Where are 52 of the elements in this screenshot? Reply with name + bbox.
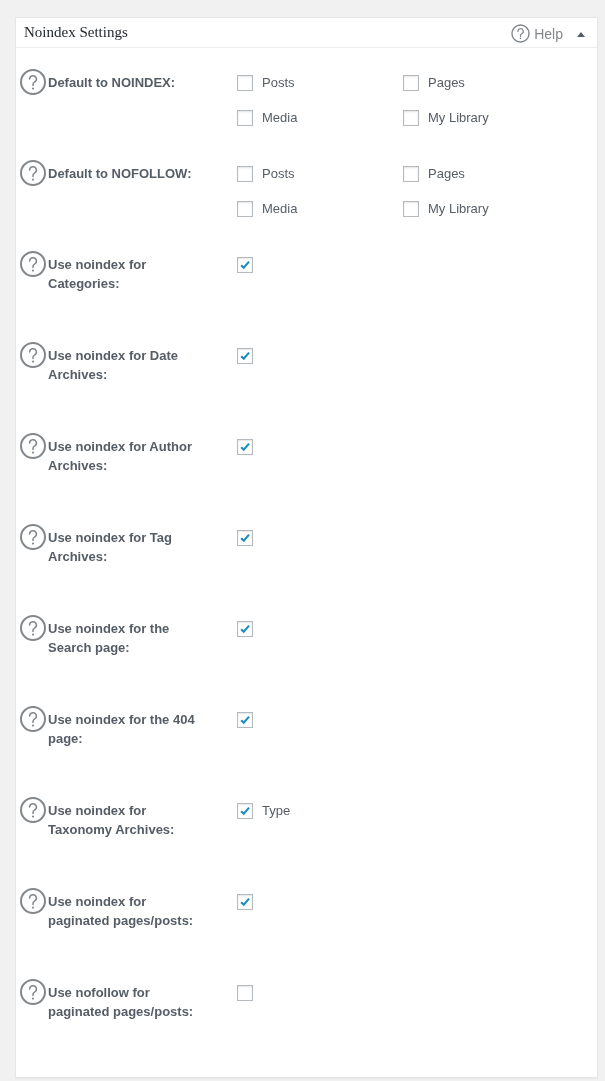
setting-label: Use noindex for the 404 page: bbox=[48, 711, 196, 748]
checkbox[interactable] bbox=[237, 893, 253, 910]
checkbox-label[interactable]: Type bbox=[262, 803, 291, 818]
checkbox[interactable] bbox=[237, 109, 253, 126]
setting-label: Use noindex for paginated pages/posts: bbox=[48, 893, 195, 930]
setting-label: Default to NOFOLLOW: bbox=[48, 165, 193, 183]
help-icon[interactable] bbox=[20, 433, 46, 459]
help-icon[interactable] bbox=[20, 706, 46, 732]
help-icon[interactable] bbox=[20, 524, 46, 550]
checkbox[interactable] bbox=[237, 529, 253, 546]
triangle-up-icon[interactable] bbox=[577, 32, 585, 37]
setting-label: Use nofollow for paginated pages/posts: bbox=[48, 984, 195, 1021]
checkbox[interactable] bbox=[237, 256, 253, 273]
checkbox[interactable] bbox=[403, 200, 419, 217]
checkbox[interactable] bbox=[403, 109, 419, 126]
checkbox[interactable] bbox=[237, 200, 253, 217]
help-icon[interactable] bbox=[20, 615, 46, 641]
setting-label: Use noindex for Taxonomy Archives: bbox=[48, 802, 176, 839]
checkbox-label[interactable]: Media bbox=[262, 110, 298, 125]
help-link[interactable]: Help bbox=[511, 24, 563, 43]
setting-label: Default to NOINDEX: bbox=[48, 74, 177, 92]
panel-title: Noindex Settings bbox=[24, 24, 129, 41]
setting-label: Use noindex for Tag Archives: bbox=[48, 529, 173, 566]
checkbox-label[interactable]: My Library bbox=[428, 110, 489, 125]
checkbox[interactable] bbox=[237, 711, 253, 728]
help-icon[interactable] bbox=[20, 797, 46, 823]
checkbox[interactable] bbox=[237, 74, 253, 91]
help-icon[interactable] bbox=[20, 69, 46, 95]
checkbox[interactable] bbox=[403, 74, 419, 91]
checkbox-label[interactable]: Media bbox=[262, 201, 298, 216]
help-icon bbox=[511, 24, 531, 43]
help-icon[interactable] bbox=[20, 979, 46, 1005]
checkbox-label[interactable]: Pages bbox=[428, 75, 465, 90]
checkbox[interactable] bbox=[403, 165, 419, 182]
checkbox[interactable] bbox=[237, 620, 253, 637]
help-icon[interactable] bbox=[20, 160, 46, 186]
help-icon[interactable] bbox=[20, 888, 46, 914]
checkbox-label[interactable]: Posts bbox=[262, 75, 295, 90]
checkbox-label[interactable]: Pages bbox=[428, 166, 465, 181]
checkbox[interactable] bbox=[237, 438, 253, 455]
help-icon[interactable] bbox=[20, 251, 46, 277]
setting-label: Use noindex for Author Archives: bbox=[48, 438, 193, 475]
checkbox-label[interactable]: Posts bbox=[262, 166, 295, 181]
checkbox[interactable] bbox=[237, 984, 253, 1001]
help-icon[interactable] bbox=[20, 342, 46, 368]
setting-label: Use noindex for Categories: bbox=[48, 256, 148, 293]
checkbox-label[interactable]: My Library bbox=[428, 201, 489, 216]
setting-label: Use noindex for the Search page: bbox=[48, 620, 171, 657]
checkbox[interactable] bbox=[237, 802, 253, 819]
setting-label: Use noindex for Date Archives: bbox=[48, 347, 180, 384]
checkbox[interactable] bbox=[237, 347, 253, 364]
checkbox[interactable] bbox=[237, 165, 253, 182]
